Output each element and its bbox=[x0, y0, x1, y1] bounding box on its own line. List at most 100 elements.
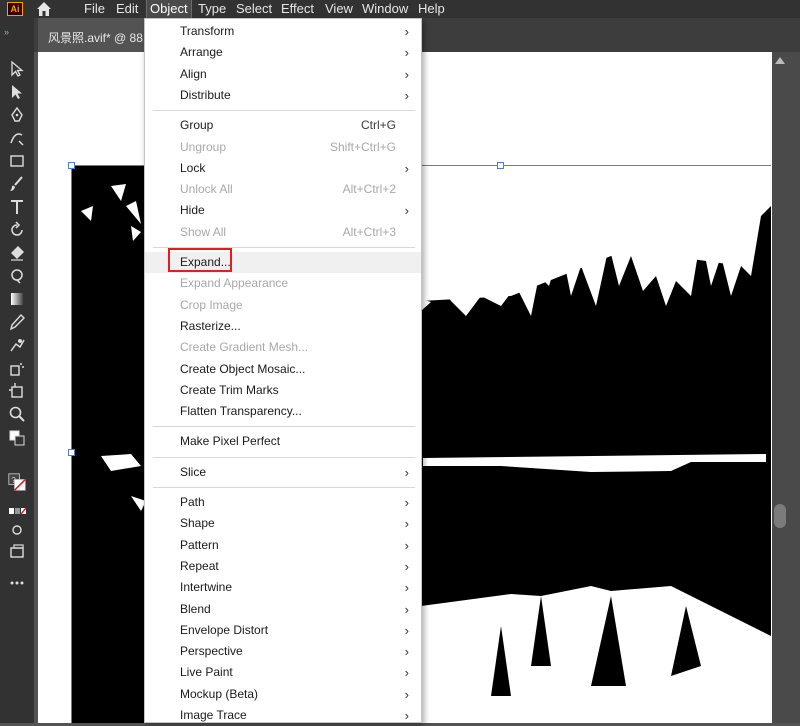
menu-item-shortcut: Ctrl+G bbox=[360, 118, 396, 133]
menu-item-envelope-distort[interactable]: Envelope Distort › bbox=[145, 620, 421, 641]
menu-item-label: Envelope Distort bbox=[180, 622, 269, 637]
chevron-right-icon: › bbox=[404, 24, 409, 39]
selection-handle[interactable] bbox=[68, 162, 75, 169]
chevron-right-icon: › bbox=[404, 464, 409, 480]
menu-item-lock[interactable]: Lock › bbox=[145, 158, 421, 179]
menu-file[interactable]: File bbox=[84, 0, 105, 18]
menu-item-label: Live Paint bbox=[180, 665, 233, 680]
menu-help[interactable]: Help bbox=[418, 0, 445, 18]
scroll-up-icon[interactable] bbox=[775, 57, 785, 64]
gradient-tool-icon[interactable] bbox=[8, 290, 26, 308]
direct-selection-tool-icon[interactable] bbox=[8, 83, 26, 101]
menu-item-repeat[interactable]: Repeat › bbox=[145, 556, 421, 577]
menu-view[interactable]: View bbox=[325, 0, 353, 18]
menu-item-label: Crop Image bbox=[180, 297, 243, 312]
menu-item-arrange[interactable]: Arrange › bbox=[145, 42, 421, 63]
selection-handle[interactable] bbox=[497, 162, 504, 169]
pen-tool-icon[interactable] bbox=[8, 106, 26, 124]
chevron-right-icon: › bbox=[404, 45, 409, 61]
menu-item-show-all: Show All Alt+Ctrl+3 bbox=[145, 222, 421, 243]
swap-fill-stroke-icon[interactable] bbox=[8, 429, 26, 447]
menu-item-rasterize[interactable]: Rasterize... bbox=[145, 316, 421, 337]
menu-item-perspective[interactable]: Perspective › bbox=[145, 641, 421, 662]
menu-item-label: Intertwine bbox=[180, 580, 233, 595]
menu-item-hide[interactable]: Hide › bbox=[145, 200, 421, 221]
menu-item-label: Unlock All bbox=[180, 182, 233, 197]
color-mode-icon[interactable] bbox=[8, 503, 26, 521]
menu-item-label: Pattern bbox=[180, 537, 219, 552]
menu-item-mockup-beta[interactable]: Mockup (Beta) › bbox=[145, 684, 421, 705]
menu-item-intertwine[interactable]: Intertwine › bbox=[145, 577, 421, 598]
menu-item-shortcut: Shift+Ctrl+G bbox=[329, 139, 396, 154]
rotate-tool-icon[interactable] bbox=[8, 221, 26, 239]
selection-tool-icon[interactable] bbox=[8, 60, 26, 78]
menu-separator bbox=[153, 426, 415, 428]
symbol-sprayer-icon[interactable] bbox=[8, 359, 26, 377]
menu-window[interactable]: Window bbox=[362, 0, 408, 18]
menu-item-live-paint[interactable]: Live Paint › bbox=[145, 662, 421, 683]
menu-item-path[interactable]: Path › bbox=[145, 492, 421, 513]
menu-item-label: Rasterize... bbox=[180, 318, 241, 333]
menu-item-flatten-transparency[interactable]: Flatten Transparency... bbox=[145, 401, 421, 422]
menu-separator bbox=[153, 487, 415, 488]
artboard-tool-icon[interactable] bbox=[8, 382, 26, 400]
menu-item-shortcut: Alt+Ctrl+3 bbox=[342, 224, 396, 239]
screen-mode-icon[interactable] bbox=[8, 543, 26, 561]
menu-item-label: Path bbox=[180, 495, 205, 509]
menu-edit[interactable]: Edit bbox=[116, 0, 138, 18]
menu-item-label: Ungroup bbox=[180, 139, 227, 154]
tools-panel: » ? bbox=[0, 18, 34, 723]
selection-handle[interactable] bbox=[68, 449, 75, 456]
chevron-right-icon: › bbox=[404, 160, 409, 176]
menu-item-align[interactable]: Align › bbox=[145, 64, 421, 85]
chevron-right-icon: › bbox=[404, 537, 409, 553]
menu-item-create-gradient-mesh: Create Gradient Mesh... bbox=[145, 337, 421, 358]
menu-item-shape[interactable]: Shape › bbox=[145, 513, 421, 534]
chevron-right-icon: › bbox=[404, 495, 409, 510]
vertical-scrollbar[interactable] bbox=[772, 52, 800, 723]
chevron-right-icon: › bbox=[404, 686, 409, 702]
menu-item-distribute[interactable]: Distribute › bbox=[145, 85, 421, 106]
menu-item-pattern[interactable]: Pattern › bbox=[145, 535, 421, 556]
menu-select[interactable]: Select bbox=[236, 0, 272, 18]
more-tools-icon[interactable] bbox=[8, 574, 26, 592]
menu-item-group[interactable]: Group Ctrl+G bbox=[145, 115, 421, 136]
paintbrush-tool-icon[interactable] bbox=[8, 175, 26, 193]
chevron-right-icon: › bbox=[404, 644, 409, 660]
expand-highlight-annotation bbox=[168, 248, 232, 272]
menu-separator bbox=[153, 456, 415, 458]
menu-item-label: Show All bbox=[180, 224, 227, 239]
collapse-panel-icon[interactable]: » bbox=[4, 27, 9, 37]
menu-item-create-trim-marks[interactable]: Create Trim Marks bbox=[145, 380, 421, 401]
rectangle-tool-icon[interactable] bbox=[8, 152, 26, 170]
menu-item-label: Distribute bbox=[180, 87, 231, 102]
menu-item-slice[interactable]: Slice › bbox=[145, 462, 421, 483]
menu-object[interactable]: Object bbox=[146, 0, 192, 19]
chevron-right-icon: › bbox=[404, 601, 409, 617]
menu-item-label: Mockup (Beta) bbox=[180, 686, 259, 701]
blend-tool-icon[interactable] bbox=[8, 336, 26, 354]
menu-item-label: Create Object Mosaic... bbox=[180, 361, 306, 376]
menu-item-label: Align bbox=[180, 66, 207, 81]
menu-item-create-object-mosaic[interactable]: Create Object Mosaic... bbox=[145, 359, 421, 380]
menu-type[interactable]: Type bbox=[198, 0, 226, 18]
chevron-right-icon: › bbox=[404, 516, 409, 532]
home-icon[interactable] bbox=[36, 1, 52, 17]
zoom-tool-icon[interactable] bbox=[8, 405, 26, 423]
fill-stroke-icon[interactable]: ? bbox=[8, 473, 26, 491]
eyedropper-tool-icon[interactable] bbox=[8, 313, 26, 331]
menu-item-label: Repeat bbox=[180, 558, 219, 573]
menu-item-crop-image: Crop Image bbox=[145, 295, 421, 316]
curvature-tool-icon[interactable] bbox=[8, 129, 26, 147]
menu-item-make-pixel-perfect[interactable]: Make Pixel Perfect bbox=[145, 431, 421, 452]
warp-tool-icon[interactable] bbox=[8, 267, 26, 285]
menu-item-label: Perspective bbox=[180, 644, 243, 659]
illustrator-logo-icon: Ai bbox=[7, 2, 23, 16]
eraser-tool-icon[interactable] bbox=[8, 244, 26, 262]
scrollbar-thumb[interactable] bbox=[774, 504, 786, 528]
menu-item-transform[interactable]: Transform › bbox=[145, 21, 421, 42]
menu-effect[interactable]: Effect bbox=[281, 0, 314, 18]
draw-mode-icon[interactable] bbox=[8, 521, 26, 539]
menu-item-blend[interactable]: Blend › bbox=[145, 599, 421, 620]
type-tool-icon[interactable] bbox=[8, 198, 26, 216]
